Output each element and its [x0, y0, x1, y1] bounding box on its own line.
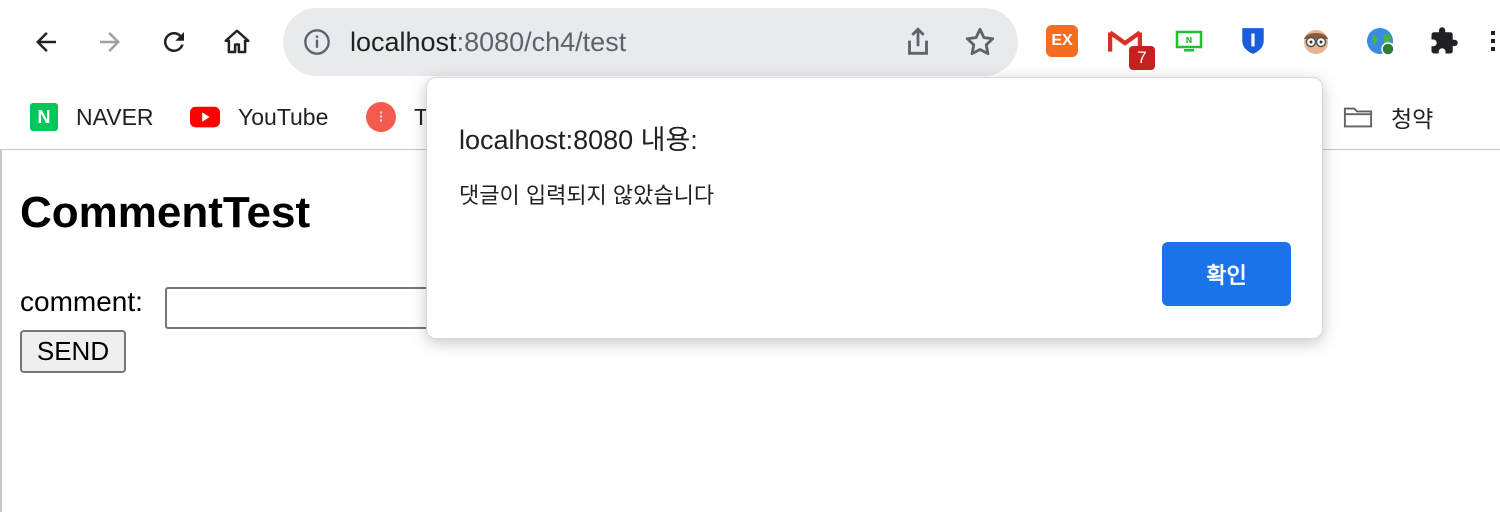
svg-text:N: N	[1186, 36, 1193, 45]
globe-icon	[1367, 28, 1395, 56]
send-button[interactable]: SEND	[20, 330, 126, 373]
bookmark-youtube[interactable]: YouTube	[190, 98, 328, 136]
naver-icon: N	[30, 103, 58, 131]
share-icon[interactable]	[901, 25, 935, 59]
t-icon: ⁝	[366, 102, 396, 132]
bookmark-label: YouTube	[238, 103, 329, 130]
monitor-icon: N	[1175, 30, 1203, 52]
extensions-menu-button[interactable]	[1427, 24, 1461, 58]
dialog-title: localhost:8080 내용:	[459, 125, 698, 155]
info-icon[interactable]	[303, 28, 331, 56]
url-host: localhost	[350, 27, 457, 57]
folder-icon	[1343, 102, 1373, 132]
bookmark-folder-cheongyak[interactable]: 청약	[1343, 98, 1433, 136]
bookmark-label: 청약	[1391, 106, 1434, 132]
dialog-message: 댓글이 입력되지 않았습니다	[459, 183, 715, 208]
arrow-right-icon	[100, 32, 120, 52]
ok-button[interactable]: 확인	[1162, 242, 1291, 306]
bookmark-naver[interactable]: N NAVER	[30, 98, 154, 136]
comment-label: comment:	[20, 286, 143, 317]
bookmark-label: NAVER	[76, 103, 154, 130]
kebab-menu-icon	[1491, 31, 1495, 51]
url-path: :8080/ch4/test	[456, 27, 627, 57]
character-face-icon	[1304, 30, 1328, 54]
extension-avatar[interactable]	[1299, 24, 1333, 58]
shield-icon	[1242, 28, 1264, 54]
home-button[interactable]	[215, 20, 259, 64]
gmail-badge: 7	[1129, 46, 1155, 70]
alert-dialog: localhost:8080 내용: 댓글이 입력되지 않았습니다 확인	[426, 77, 1323, 339]
extension-bitwarden[interactable]	[1236, 24, 1270, 58]
page-title: CommentTest	[20, 188, 311, 237]
star-icon[interactable]	[963, 25, 997, 59]
ex-extension-icon: EX	[1046, 25, 1078, 57]
back-button[interactable]	[24, 20, 68, 64]
extension-globe[interactable]	[1363, 24, 1397, 58]
reload-button[interactable]	[152, 20, 196, 64]
forward-button[interactable]	[88, 20, 132, 64]
comment-input[interactable]	[165, 287, 445, 329]
puzzle-icon	[1431, 27, 1458, 54]
extension-ex[interactable]: EX	[1045, 24, 1079, 58]
reload-icon	[163, 31, 184, 52]
browser-toolbar: localhost:8080/ch4/test EX 7 N	[0, 0, 1500, 84]
bookmark-t[interactable]: ⁝ T	[366, 98, 428, 136]
home-icon	[224, 29, 250, 54]
youtube-icon	[190, 102, 220, 132]
url-text[interactable]: localhost:8080/ch4/test	[350, 24, 626, 60]
arrow-left-icon	[36, 32, 56, 52]
browser-menu-button[interactable]	[1486, 24, 1500, 58]
extension-naver-tv[interactable]: N	[1172, 24, 1206, 58]
address-bar[interactable]: localhost:8080/ch4/test	[283, 8, 1018, 76]
